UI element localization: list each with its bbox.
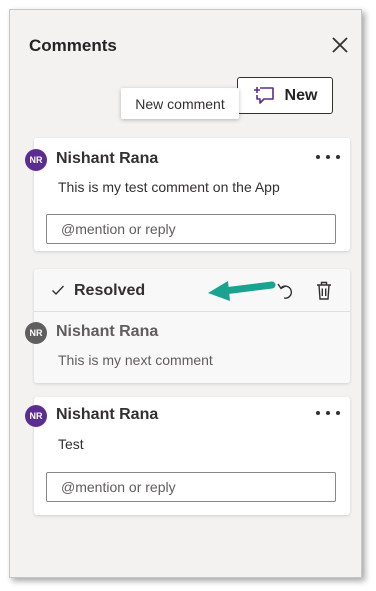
avatar: NR: [25, 322, 47, 344]
new-comment-tooltip: New comment: [121, 88, 239, 119]
more-icon-dot: [326, 411, 330, 415]
resolved-comment-card: Resolved NR Nishant Rana This is my next…: [25, 269, 350, 383]
reopen-button[interactable]: [276, 280, 296, 302]
comments-panel: Comments New New comment NR Nishant Rana…: [9, 9, 362, 578]
more-icon: [316, 155, 320, 159]
close-icon: [332, 37, 348, 53]
avatar: NR: [25, 405, 47, 427]
new-button-label: New: [284, 86, 318, 104]
comment-text: Test: [58, 436, 84, 452]
reopen-icon: [277, 283, 292, 299]
delete-icon: [317, 281, 331, 300]
reply-input[interactable]: [46, 472, 336, 502]
comment-author: Nishant Rana: [56, 406, 159, 423]
more-options-button[interactable]: [316, 151, 340, 163]
reply-input[interactable]: [46, 214, 336, 244]
close-button[interactable]: [330, 35, 350, 55]
comment-author: Nishant Rana: [56, 150, 159, 167]
comment-card: NR Nishant Rana Test: [25, 397, 350, 515]
more-icon-dot: [326, 155, 330, 159]
divider: [34, 311, 350, 312]
comment-author: Nishant Rana: [56, 323, 159, 340]
more-icon-dot: [336, 155, 340, 159]
more-icon: [316, 411, 320, 415]
arrow-annotation: [208, 281, 276, 301]
resolved-status-label: Resolved: [74, 282, 146, 299]
comment-text: This is my test comment on the App: [58, 179, 280, 195]
new-comment-button[interactable]: New: [237, 77, 333, 114]
checkmark-icon: [52, 285, 65, 296]
comment-text: This is my next comment: [58, 352, 213, 368]
delete-button[interactable]: [315, 280, 333, 302]
panel-title: Comments: [29, 36, 117, 55]
more-options-button[interactable]: [316, 407, 340, 419]
comment-card: NR Nishant Rana This is my test comment …: [25, 138, 350, 251]
avatar: NR: [25, 149, 47, 171]
more-icon-dot: [336, 411, 340, 415]
new-comment-icon: [253, 86, 274, 104]
